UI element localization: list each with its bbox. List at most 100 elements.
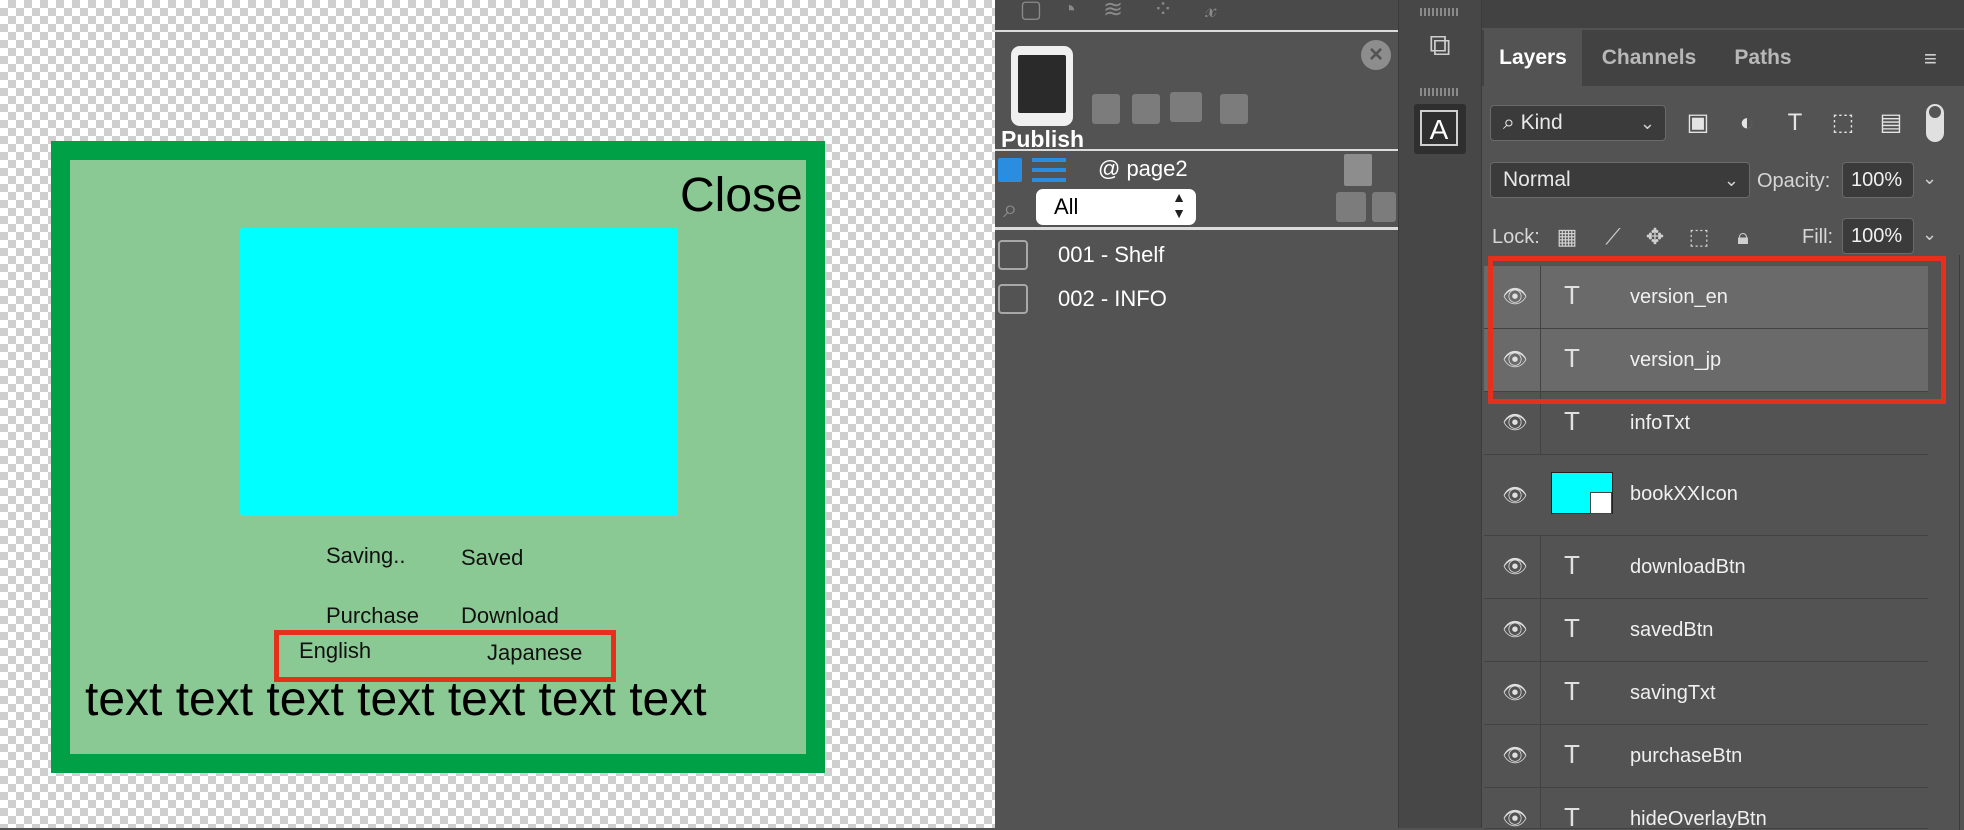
layer-thumbnail: T bbox=[1540, 788, 1602, 829]
chevron-down-icon[interactable]: ⌄ bbox=[1922, 168, 1937, 189]
duplicate-icon[interactable] bbox=[1372, 192, 1396, 222]
list-view-icon[interactable] bbox=[1032, 158, 1066, 182]
lock-transparency-icon[interactable]: ▦ bbox=[1552, 222, 1582, 252]
stack-icon[interactable]: ≋ bbox=[1098, 0, 1128, 22]
eye-icon[interactable]: 👁︎ bbox=[1502, 483, 1528, 508]
lock-all-icon[interactable]: 🔒︎ bbox=[1728, 222, 1758, 252]
divider bbox=[995, 227, 1398, 230]
page-filter-select[interactable]: All ▲ ▼ bbox=[1036, 189, 1196, 225]
smart-object-filter-icon[interactable]: ▤ bbox=[1876, 108, 1906, 138]
blend-mode-value: Normal bbox=[1503, 168, 1571, 191]
saved-text-layer[interactable]: Saved bbox=[461, 547, 523, 569]
copy-icon[interactable] bbox=[1220, 94, 1248, 124]
type-layer-icon: T bbox=[1564, 406, 1580, 436]
layer-row-hideoverlaybtn[interactable]: 👁︎ T hideOverlayBtn bbox=[1484, 788, 1928, 829]
page-name: 001 - Shelf bbox=[1058, 242, 1165, 267]
opacity-input[interactable]: 100% bbox=[1842, 162, 1914, 198]
layer-name: purchaseBtn bbox=[1630, 745, 1743, 767]
trash-icon[interactable] bbox=[1344, 154, 1372, 186]
updown-arrow-icon: ▲ ▼ bbox=[1172, 189, 1186, 221]
layer-thumbnail: T bbox=[1540, 536, 1602, 598]
type-layer-icon: T bbox=[1564, 739, 1580, 769]
download-text-layer[interactable]: Download bbox=[461, 605, 559, 627]
page-list-item[interactable]: 002 - INFO bbox=[998, 280, 1378, 320]
type-filter-icon[interactable]: T bbox=[1780, 108, 1810, 138]
kind-filter-select[interactable]: ⌕ Kind ⌄ bbox=[1490, 105, 1666, 141]
page-checkbox[interactable] bbox=[998, 284, 1028, 314]
layer-thumbnail: T bbox=[1540, 725, 1602, 787]
layer-thumbnail: T bbox=[1540, 599, 1602, 661]
components-icon[interactable] bbox=[1132, 94, 1160, 124]
function-icon[interactable]: 𝓍 bbox=[1196, 0, 1226, 22]
type-layer-icon: T bbox=[1564, 550, 1580, 580]
purchase-text-layer[interactable]: Purchase bbox=[326, 605, 419, 627]
page-view-icon[interactable] bbox=[998, 158, 1022, 182]
page-name: 002 - INFO bbox=[1058, 286, 1167, 311]
layer-name: infoTxt bbox=[1630, 412, 1691, 434]
page-list-item[interactable]: 001 - Shelf bbox=[998, 236, 1378, 276]
import-icon[interactable] bbox=[1336, 192, 1366, 222]
type-layer-icon: T bbox=[1564, 613, 1580, 643]
current-page-label: @ page2 bbox=[1098, 156, 1188, 181]
close-icon[interactable]: × bbox=[1361, 40, 1391, 70]
lock-artboard-icon[interactable]: ⬚ bbox=[1684, 222, 1714, 252]
lock-label: Lock: bbox=[1492, 226, 1540, 248]
eye-icon[interactable]: 👁︎ bbox=[1502, 410, 1528, 435]
layer-row-purchasebtn[interactable]: 👁︎ T purchaseBtn bbox=[1484, 725, 1928, 788]
layer-row-savedbtn[interactable]: 👁︎ T savedBtn bbox=[1484, 599, 1928, 662]
book-icon-layer[interactable] bbox=[240, 228, 678, 516]
search-icon: ⌕ bbox=[1503, 111, 1521, 134]
dock-grip[interactable] bbox=[1420, 8, 1460, 16]
character-icon: A bbox=[1420, 110, 1458, 146]
layer-name: savingTxt bbox=[1630, 682, 1716, 704]
dock-grip[interactable] bbox=[1420, 88, 1460, 96]
eye-icon[interactable]: 👁︎ bbox=[1502, 743, 1528, 768]
layers-highlight-box bbox=[1488, 256, 1946, 404]
page-checkbox[interactable] bbox=[998, 240, 1028, 270]
adjustment-filter-icon[interactable]: ◐ bbox=[1732, 108, 1762, 138]
layers-scrollbar[interactable] bbox=[1959, 255, 1960, 830]
shape-filter-icon[interactable]: ⬚ bbox=[1828, 108, 1858, 138]
toggle-knob bbox=[1929, 106, 1941, 118]
close-text-layer[interactable]: Close bbox=[680, 172, 803, 220]
compass-icon[interactable]: ◔ bbox=[1054, 0, 1084, 22]
chevron-down-icon[interactable]: ⌄ bbox=[1922, 224, 1937, 245]
type-layer-icon: T bbox=[1564, 802, 1580, 829]
info-text-layer[interactable]: text text text text text text text bbox=[85, 676, 707, 724]
tablet-screen-icon bbox=[1018, 55, 1066, 113]
chevron-down-icon: ⌄ bbox=[1639, 113, 1655, 133]
layer-name: hideOverlayBtn bbox=[1630, 808, 1767, 829]
kind-filter-value: Kind bbox=[1520, 111, 1563, 134]
film-icon[interactable]: ▢ bbox=[1016, 0, 1046, 22]
layer-row-savingtxt[interactable]: 👁︎ T savingTxt bbox=[1484, 662, 1928, 725]
eye-icon[interactable]: 👁︎ bbox=[1502, 680, 1528, 705]
list-bar bbox=[1032, 168, 1066, 172]
layer-row-downloadbtn[interactable]: 👁︎ T downloadBtn bbox=[1484, 536, 1928, 599]
lock-paint-brush-icon[interactable]: ⟋ bbox=[1598, 222, 1628, 252]
type-layer-icon: T bbox=[1564, 676, 1580, 706]
saving-text-layer[interactable]: Saving.. bbox=[326, 545, 406, 567]
eye-icon[interactable]: 👁︎ bbox=[1502, 806, 1528, 828]
fill-input[interactable]: 100% bbox=[1842, 218, 1914, 254]
image-filter-icon[interactable]: ▣ bbox=[1683, 108, 1713, 138]
panel-menu-icon[interactable]: ≡ bbox=[1924, 46, 1937, 72]
dots-icon[interactable]: ⁘ bbox=[1148, 0, 1178, 22]
layer-thumbnail: T bbox=[1540, 662, 1602, 724]
eye-icon[interactable]: 👁︎ bbox=[1502, 554, 1528, 579]
archive-icon[interactable] bbox=[1170, 92, 1202, 122]
search-icon[interactable]: ⌕ bbox=[1003, 193, 1018, 225]
divider bbox=[995, 149, 1398, 151]
character-panel-button[interactable]: A bbox=[1414, 104, 1466, 154]
list-bar bbox=[1032, 158, 1066, 162]
tab-channels[interactable]: Channels bbox=[1586, 30, 1712, 86]
layer-name: savedBtn bbox=[1630, 619, 1714, 641]
puzzle-icon[interactable] bbox=[1092, 94, 1120, 124]
eye-icon[interactable]: 👁︎ bbox=[1502, 617, 1528, 642]
blend-mode-select[interactable]: Normal ⌄ bbox=[1490, 162, 1750, 198]
fill-label: Fill: bbox=[1802, 226, 1834, 248]
lock-move-icon[interactable]: ✥ bbox=[1640, 222, 1670, 252]
tab-layers[interactable]: Layers bbox=[1484, 30, 1582, 86]
tab-paths[interactable]: Paths bbox=[1716, 30, 1810, 86]
layer-name: downloadBtn bbox=[1630, 556, 1746, 578]
book-panel-icon[interactable]: ⧉ bbox=[1418, 24, 1462, 68]
